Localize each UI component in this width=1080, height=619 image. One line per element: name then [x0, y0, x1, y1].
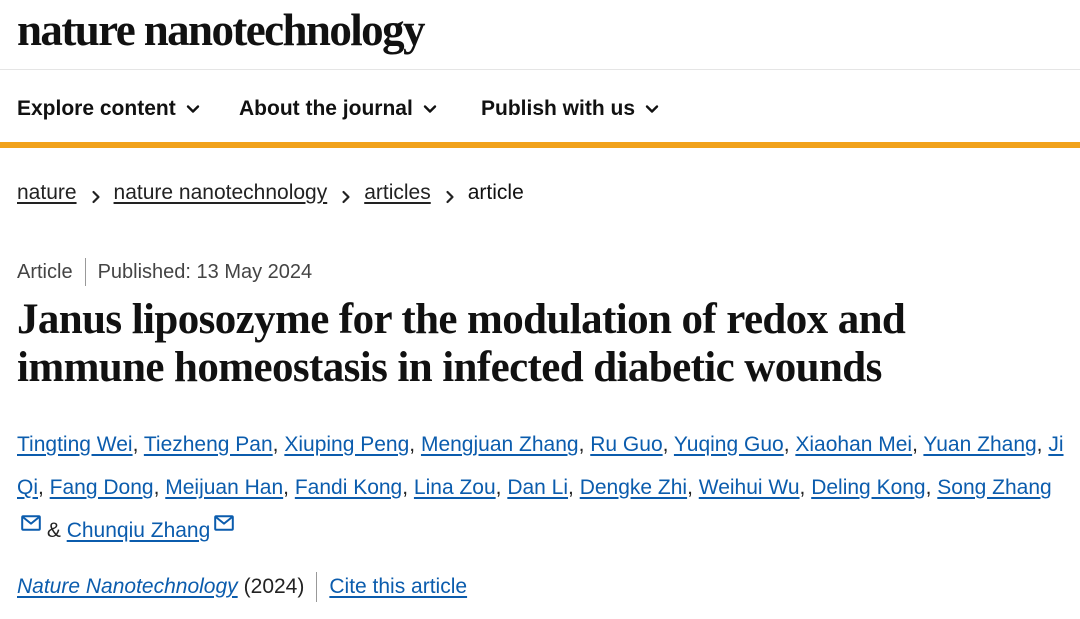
cite-this-article-link[interactable]: Cite this article [329, 575, 467, 599]
author-separator: , [283, 476, 295, 499]
breadcrumb: nature nature nanotechnology articles ar… [17, 181, 524, 205]
author-separator: , [912, 433, 924, 456]
author-separator: , [568, 476, 580, 499]
chevron-right-icon [341, 186, 351, 204]
chevron-down-icon [186, 102, 200, 116]
author-link[interactable]: Dan Li [507, 476, 568, 499]
chevron-right-icon [445, 186, 455, 204]
author-separator: , [495, 476, 508, 499]
nav-explore-content[interactable]: Explore content [17, 97, 200, 121]
author-separator: , [1036, 433, 1049, 456]
nav-about-the-journal[interactable]: About the journal [239, 97, 437, 121]
author-separator: , [662, 433, 674, 456]
breadcrumb-link-articles[interactable]: articles [364, 181, 431, 205]
author-link[interactable]: Yuan Zhang [923, 433, 1036, 456]
mail-icon[interactable] [21, 515, 41, 531]
author-link[interactable]: Tiezheng Pan [144, 433, 273, 456]
article-type: Article [17, 260, 73, 283]
author-link[interactable]: Song Zhang [937, 476, 1051, 499]
chevron-right-icon [91, 186, 101, 204]
article-title: Janus liposozyme for the modulation of r… [17, 296, 906, 391]
author-separator: , [409, 433, 421, 456]
author-link[interactable]: Chunqiu Zhang [67, 519, 211, 542]
author-separator: , [38, 476, 50, 499]
author-separator: , [578, 433, 591, 456]
mail-icon[interactable] [214, 515, 235, 531]
main-nav: Explore content About the journal Publis… [0, 70, 1080, 148]
nav-item-label: Explore content [17, 97, 176, 120]
author-link[interactable]: Fang Dong [50, 476, 154, 499]
author-link[interactable]: Weihui Wu [699, 476, 800, 499]
author-link[interactable]: Mengjuan Zhang [421, 433, 579, 456]
article-meta: Article Published: 13 May 2024 [17, 258, 312, 286]
author-link[interactable]: Xiaohan Mei [795, 433, 912, 456]
breadcrumb-link-journal[interactable]: nature nanotechnology [114, 181, 328, 205]
author-separator: , [153, 476, 166, 499]
author-separator: , [799, 476, 812, 499]
breadcrumb-link-nature[interactable]: nature [17, 181, 77, 205]
journal-logo[interactable]: nature nanotechnology [17, 4, 425, 56]
author-link[interactable]: Deling Kong [811, 476, 925, 499]
nav-item-label: Publish with us [481, 97, 636, 120]
author-separator: , [925, 476, 938, 499]
author-link[interactable]: Fandi Kong [295, 476, 402, 499]
nav-publish-with-us[interactable]: Publish with us [481, 97, 659, 121]
published-date: Published: 13 May 2024 [97, 260, 313, 283]
chevron-down-icon [423, 102, 437, 116]
publication-year: (2024) [243, 575, 305, 598]
author-separator: , [272, 433, 285, 456]
chevron-down-icon [645, 102, 659, 116]
site-header: nature nanotechnology [0, 0, 1080, 70]
author-separator: , [402, 476, 414, 499]
author-link[interactable]: Tingting Wei [17, 433, 133, 456]
meta-divider [84, 258, 86, 286]
author-link[interactable]: Dengke Zhi [580, 476, 687, 499]
journal-link[interactable]: Nature Nanotechnology [17, 575, 238, 599]
author-link[interactable]: Ru Guo [590, 433, 662, 456]
author-separator: , [783, 433, 796, 456]
author-joiner: & [41, 519, 67, 542]
author-separator: , [132, 433, 144, 456]
cite-divider [316, 572, 318, 602]
nav-item-label: About the journal [239, 97, 413, 120]
author-link[interactable]: Yuqing Guo [674, 433, 784, 456]
author-link[interactable]: Meijuan Han [165, 476, 283, 499]
author-link[interactable]: Xiuping Peng [284, 433, 409, 456]
author-separator: , [687, 476, 699, 499]
breadcrumb-current: article [467, 181, 524, 204]
citation-line: Nature Nanotechnology (2024) Cite this a… [17, 572, 467, 602]
author-list: Tingting Wei, Tiezheng Pan, Xiuping Peng… [17, 423, 1067, 552]
author-link[interactable]: Lina Zou [414, 476, 496, 499]
